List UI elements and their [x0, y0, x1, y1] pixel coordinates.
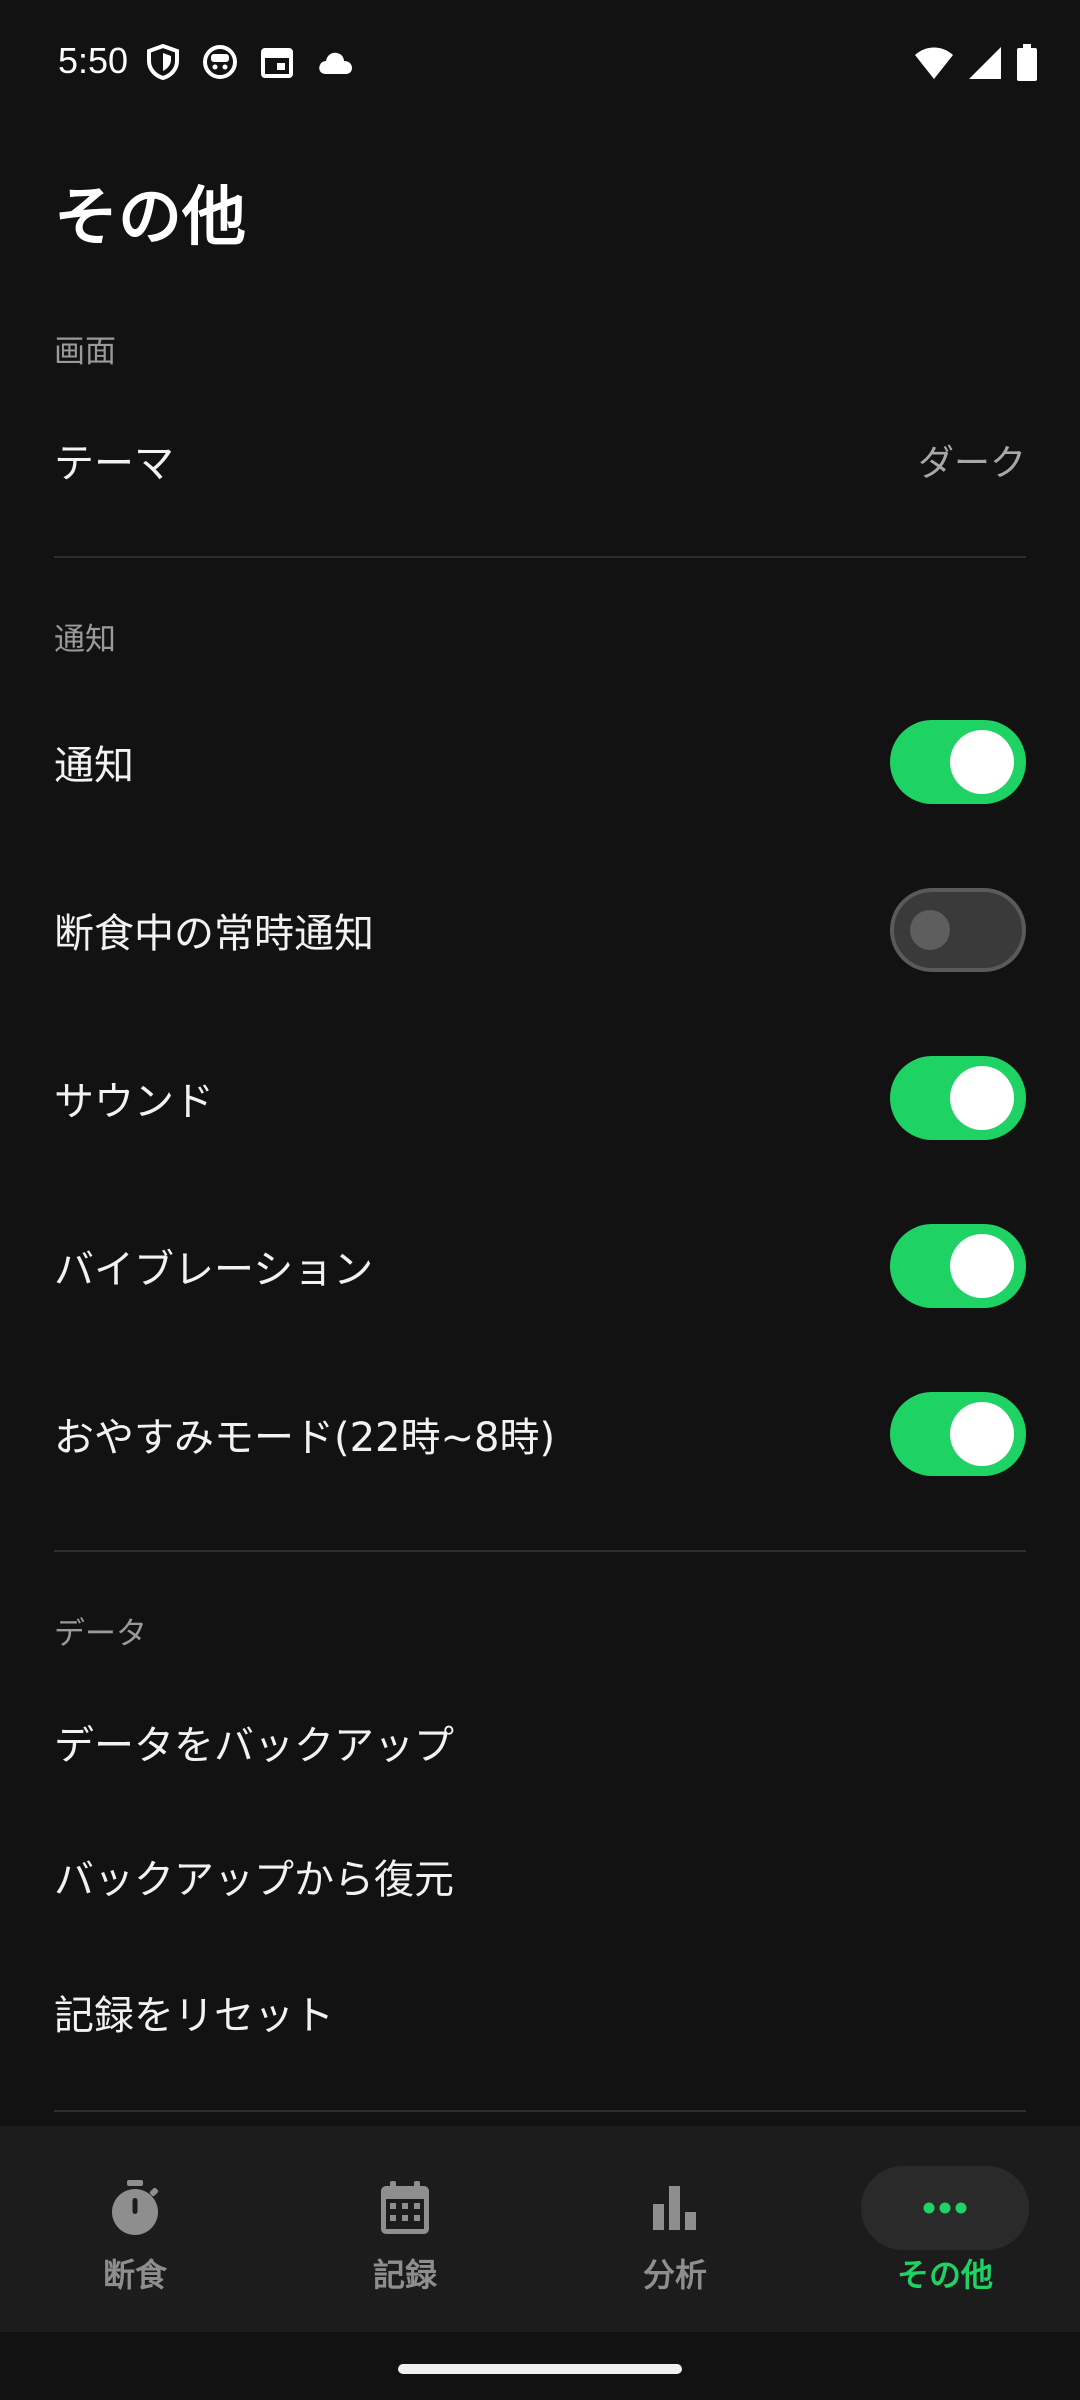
sleep-mode-toggle[interactable]	[890, 1392, 1026, 1476]
toggle-knob	[950, 1234, 1014, 1298]
more-horizontal-icon	[861, 2166, 1029, 2250]
cloud-icon	[316, 48, 354, 76]
battery-icon	[1016, 44, 1038, 82]
calendar-icon	[260, 45, 294, 79]
nav-item-records[interactable]: 記録	[270, 2126, 540, 2332]
section-header-data: データ	[54, 1616, 147, 1652]
sound-label: サウンド	[54, 1079, 214, 1125]
nav-item-analytics[interactable]: 分析	[540, 2126, 810, 2332]
vibration-toggle-row[interactable]: バイブレーション	[54, 1216, 1026, 1316]
bottom-navigation-bar: 断食 記録 分析 その他	[0, 2126, 1080, 2332]
section-header-display: 画面	[54, 334, 116, 370]
ongoing-fasting-notification-label: 断食中の常時通知	[54, 911, 374, 957]
ongoing-fasting-notification-toggle[interactable]	[890, 888, 1026, 972]
sleep-mode-label: おやすみモード(22時~8時)	[54, 1415, 556, 1461]
reset-records-label: 記録をリセット	[54, 1993, 334, 2039]
bar-chart-icon	[591, 2166, 759, 2250]
nav-label-more: その他	[896, 2256, 993, 2294]
notification-toggle-row[interactable]: 通知	[54, 712, 1026, 812]
restore-backup-row[interactable]: バックアップから復元	[54, 1826, 1026, 1926]
backup-data-row[interactable]: データをバックアップ	[54, 1692, 1026, 1792]
theme-label: テーマ	[54, 441, 174, 487]
theme-setting-row[interactable]: テーマ ダーク	[54, 410, 1026, 510]
toggle-knob	[950, 1402, 1014, 1466]
theme-value: ダーク	[917, 443, 1026, 484]
stopwatch-icon	[51, 2166, 219, 2250]
divider	[54, 1550, 1026, 1552]
shield-icon	[146, 44, 180, 80]
face-icon	[202, 44, 238, 80]
toggle-knob	[910, 910, 950, 950]
sleep-mode-toggle-row[interactable]: おやすみモード(22時~8時)	[54, 1384, 1026, 1484]
restore-backup-label: バックアップから復元	[54, 1857, 454, 1903]
divider	[54, 2110, 1026, 2112]
nav-label-fasting: 断食	[102, 2256, 167, 2294]
cellular-signal-icon	[968, 46, 1002, 80]
status-time: 5:50	[58, 40, 129, 81]
vibration-label: バイブレーション	[54, 1247, 374, 1293]
nav-label-analytics: 分析	[642, 2256, 707, 2294]
nav-item-fasting[interactable]: 断食	[0, 2126, 270, 2332]
notification-toggle[interactable]	[890, 720, 1026, 804]
page-title: その他	[54, 181, 246, 255]
sound-toggle-row[interactable]: サウンド	[54, 1048, 1026, 1148]
toggle-knob	[950, 730, 1014, 794]
section-header-notifications: 通知	[54, 622, 116, 658]
divider	[54, 556, 1026, 558]
nav-item-more[interactable]: その他	[810, 2126, 1080, 2332]
status-system-icons	[914, 44, 1038, 82]
nav-label-records: 記録	[372, 2256, 437, 2294]
reset-records-row[interactable]: 記録をリセット	[54, 1962, 1026, 2062]
calendar-icon	[321, 2166, 489, 2250]
notification-label: 通知	[54, 743, 134, 789]
toggle-knob	[950, 1066, 1014, 1130]
vibration-toggle[interactable]	[890, 1224, 1026, 1308]
status-bar: 5:50	[0, 0, 1080, 128]
home-indicator[interactable]	[398, 2364, 682, 2374]
status-notification-icons	[146, 44, 354, 80]
backup-data-label: データをバックアップ	[54, 1723, 454, 1769]
sound-toggle[interactable]	[890, 1056, 1026, 1140]
ongoing-fasting-notification-row[interactable]: 断食中の常時通知	[54, 880, 1026, 980]
wifi-icon	[914, 46, 954, 80]
